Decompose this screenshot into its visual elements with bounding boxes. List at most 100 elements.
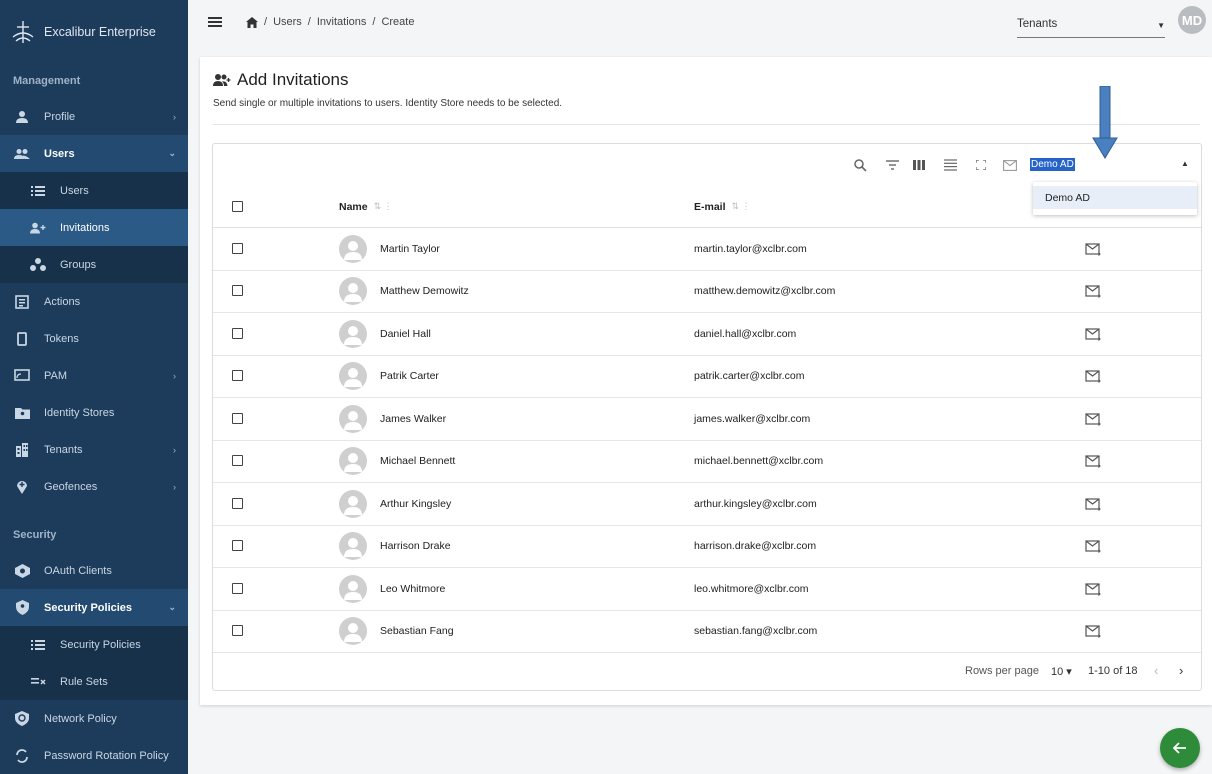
user-email: harrison.drake@xclbr.com (694, 540, 817, 553)
send-invitation-icon[interactable] (1085, 283, 1101, 299)
send-invitation-icon[interactable] (1002, 157, 1018, 173)
user-name: Martin Taylor (380, 242, 440, 255)
divider (213, 124, 1200, 125)
send-invitation-icon[interactable] (1085, 326, 1101, 342)
breadcrumb-invitations[interactable]: Invitations (317, 16, 367, 28)
sidebar-item-security-policies[interactable]: Security Policies ⌄ (0, 589, 188, 626)
table-row[interactable]: Michael Bennett michael.bennett@xclbr.co… (213, 441, 1201, 483)
list-icon (30, 183, 46, 199)
row-checkbox[interactable] (232, 625, 243, 637)
app-name: Excalibur Enterprise (44, 25, 156, 39)
row-checkbox[interactable] (232, 412, 243, 424)
people-icon (14, 146, 30, 162)
actions-icon (14, 294, 30, 310)
send-invitation-icon[interactable] (1085, 368, 1101, 384)
column-name[interactable]: Name (339, 201, 368, 213)
table-row[interactable]: James Walker james.walker@xclbr.com (213, 398, 1201, 441)
sidebar-item-network-policy[interactable]: Network Policy (0, 700, 188, 737)
rows-per-page-select[interactable]: 10 ▾ (1051, 665, 1072, 678)
row-checkbox[interactable] (232, 370, 243, 382)
sidebar-item-label: Security Policies (44, 601, 133, 614)
filter-icon[interactable] (884, 157, 900, 173)
caret-up-icon[interactable]: ▲ (1181, 159, 1189, 168)
sidebar-item-users[interactable]: Users (0, 172, 188, 209)
sidebar-item-pam[interactable]: PAM › (0, 357, 188, 394)
table-row[interactable]: Patrik Carter patrik.carter@xclbr.com (213, 356, 1201, 398)
user-avatar[interactable]: MD (1178, 6, 1206, 34)
send-invitation-icon[interactable] (1085, 623, 1101, 639)
row-checkbox[interactable] (232, 540, 243, 552)
rotation-icon (14, 748, 30, 764)
sidebar-item-label: Identity Stores (44, 406, 115, 419)
user-name: Harrison Drake (380, 540, 451, 553)
home-icon[interactable] (246, 16, 258, 28)
user-name: Patrik Carter (380, 370, 439, 383)
search-icon[interactable] (852, 157, 868, 173)
user-name: Michael Bennett (380, 455, 456, 468)
sidebar-item-label: Network Policy (44, 712, 117, 725)
sidebar-item-invitations[interactable]: Invitations (0, 209, 188, 246)
sidebar-item-users[interactable]: Users ⌄ (0, 135, 188, 172)
back-button[interactable] (1160, 728, 1200, 768)
table-row[interactable]: Harrison Drake harrison.drake@xclbr.com (213, 526, 1201, 568)
table-toolbar: Demo AD ▲ (211, 144, 1201, 186)
tenant-select[interactable]: Tenants ▼ (1017, 18, 1165, 38)
row-checkbox[interactable] (232, 455, 243, 467)
send-invitation-icon[interactable] (1085, 453, 1101, 469)
row-checkbox[interactable] (232, 285, 243, 297)
identity-store-select[interactable]: Demo AD (1030, 158, 1075, 171)
token-icon (14, 331, 30, 347)
density-icon[interactable] (942, 157, 958, 173)
page-title: Add Invitations (213, 70, 349, 90)
table-row[interactable]: Martin Taylor martin.taylor@xclbr.com (213, 228, 1201, 271)
brand[interactable]: Excalibur Enterprise (0, 0, 188, 64)
sidebar-item-label: Invitations (60, 221, 110, 234)
row-checkbox[interactable] (232, 242, 243, 254)
send-invitation-icon[interactable] (1085, 411, 1101, 427)
table-row[interactable]: Matthew Demowitz matthew.demowitz@xclbr.… (213, 271, 1201, 313)
columns-icon[interactable] (911, 157, 927, 173)
table-row[interactable]: Leo Whitmore leo.whitmore@xclbr.com (213, 568, 1201, 611)
user-email: patrik.carter@xclbr.com (694, 370, 805, 383)
sidebar-item-security-policies[interactable]: Security Policies (0, 626, 188, 663)
sidebar-item-geofences[interactable]: Geofences › (0, 468, 188, 505)
sidebar-item-label: Password Rotation Policy (44, 749, 169, 762)
sidebar-item-actions[interactable]: Actions (0, 283, 188, 320)
send-invitation-icon[interactable] (1085, 538, 1101, 554)
next-page-icon[interactable]: › (1179, 663, 1183, 678)
send-invitation-icon[interactable] (1085, 581, 1101, 597)
sidebar-item-groups[interactable]: Groups (0, 246, 188, 283)
menu-icon[interactable] (208, 17, 222, 27)
user-email: arthur.kingsley@xclbr.com (694, 497, 817, 510)
table-row[interactable]: Daniel Hall daniel.hall@xclbr.com (213, 313, 1201, 356)
sidebar-item-profile[interactable]: Profile › (0, 98, 188, 135)
fullscreen-icon[interactable] (973, 157, 989, 173)
sidebar-item-rule-sets[interactable]: Rule Sets (0, 663, 188, 700)
sort-icon[interactable]: ⇅ ⋮ (732, 201, 751, 212)
row-checkbox[interactable] (232, 327, 243, 339)
select-all-checkbox[interactable] (232, 200, 243, 212)
dropdown-option-demo-ad[interactable]: Demo AD (1033, 186, 1197, 209)
sidebar-item-label: Rule Sets (60, 675, 108, 688)
logo-icon (12, 21, 34, 43)
sort-icon[interactable]: ⇅ ⋮ (374, 201, 393, 212)
prev-page-icon[interactable]: ‹ (1154, 663, 1158, 678)
table-row[interactable]: Sebastian Fang sebastian.fang@xclbr.com (213, 611, 1201, 653)
send-invitation-icon[interactable] (1085, 241, 1101, 257)
breadcrumb-users[interactable]: Users (273, 16, 302, 28)
user-name: Leo Whitmore (380, 582, 446, 595)
row-checkbox[interactable] (232, 497, 243, 509)
sidebar-item-password-rotation-policy[interactable]: Password Rotation Policy (0, 737, 188, 774)
user-name: Arthur Kingsley (380, 497, 452, 510)
sidebar-item-oauth-clients[interactable]: OAuth Clients (0, 552, 188, 589)
user-email: sebastian.fang@xclbr.com (694, 625, 818, 638)
sidebar-item-tenants[interactable]: Tenants › (0, 431, 188, 468)
sidebar-item-label: Profile (44, 110, 76, 123)
sidebar-item-tokens[interactable]: Tokens (0, 320, 188, 357)
table-row[interactable]: Arthur Kingsley arthur.kingsley@xclbr.co… (213, 483, 1201, 526)
row-checkbox[interactable] (232, 582, 243, 594)
sidebar-item-identity-stores[interactable]: Identity Stores (0, 394, 188, 431)
list-icon (30, 637, 46, 653)
column-email[interactable]: E-mail (694, 201, 726, 213)
send-invitation-icon[interactable] (1085, 496, 1101, 512)
